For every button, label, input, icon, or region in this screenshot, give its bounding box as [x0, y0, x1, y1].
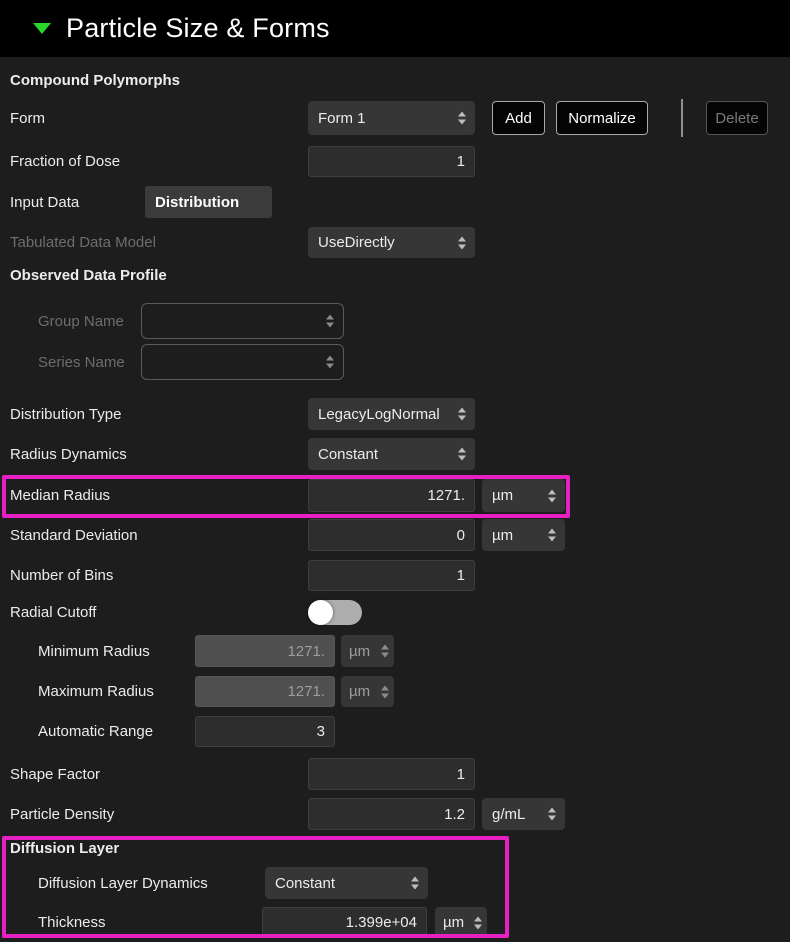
automatic-range-input[interactable] [195, 716, 335, 747]
radial-cutoff-toggle[interactable] [308, 600, 362, 625]
diffusion-layer-dynamics-select[interactable]: Constant [265, 867, 428, 899]
panel-header[interactable]: Particle Size & Forms [0, 0, 790, 57]
maximum-radius-unit-select[interactable]: µm [341, 676, 394, 707]
spinner-icon [548, 529, 556, 542]
radius-dynamics-select[interactable]: Constant [308, 438, 475, 470]
standard-deviation-unit-select[interactable]: µm [482, 519, 565, 551]
spinner-icon [326, 315, 334, 328]
normalize-button[interactable]: Normalize [556, 101, 648, 135]
radius-dynamics-label: Radius Dynamics [10, 438, 127, 470]
minimum-radius-unit-select[interactable]: µm [341, 635, 394, 667]
thickness-label: Thickness [38, 907, 106, 938]
tabulated-data-model-label: Tabulated Data Model [10, 227, 156, 258]
maximum-radius-input [195, 676, 335, 707]
delete-button[interactable]: Delete [706, 101, 768, 135]
form-select[interactable]: Form 1 [308, 101, 475, 135]
minimum-radius-input [195, 635, 335, 667]
input-data-label: Input Data [10, 186, 79, 218]
particle-size-forms-panel: Particle Size & Forms Compound Polymorph… [0, 0, 790, 942]
spinner-icon [458, 112, 466, 125]
shape-factor-label: Shape Factor [10, 758, 100, 790]
spinner-icon [381, 685, 389, 698]
collapse-triangle-icon[interactable] [33, 23, 51, 34]
thickness-unit-select[interactable]: µm [435, 907, 487, 938]
median-radius-unit-select[interactable]: µm [482, 479, 565, 512]
input-data-button[interactable]: Distribution [145, 186, 272, 218]
spinner-icon [548, 489, 556, 502]
median-radius-input[interactable] [308, 479, 475, 512]
distribution-type-label: Distribution Type [10, 398, 121, 430]
shape-factor-input[interactable] [308, 758, 475, 790]
series-name-label: Series Name [38, 344, 125, 380]
spinner-icon [326, 356, 334, 369]
section-compound-polymorphs: Compound Polymorphs [10, 72, 180, 89]
tabulated-data-model-select[interactable]: UseDirectly [308, 227, 475, 258]
series-name-select[interactable] [141, 344, 344, 380]
spinner-icon [474, 916, 482, 929]
particle-density-unit-select[interactable]: g/mL [482, 798, 565, 830]
section-observed-data-profile: Observed Data Profile [10, 267, 167, 284]
spinner-icon [381, 645, 389, 658]
add-button[interactable]: Add [492, 101, 545, 135]
spinner-icon [458, 236, 466, 249]
toggle-knob [308, 600, 333, 625]
spinner-icon [411, 877, 419, 890]
group-name-label: Group Name [38, 303, 124, 339]
fraction-of-dose-input[interactable] [308, 146, 475, 177]
thickness-input[interactable] [262, 907, 427, 938]
panel-title: Particle Size & Forms [66, 13, 330, 44]
group-name-select[interactable] [141, 303, 344, 339]
spinner-icon [548, 808, 556, 821]
median-radius-label: Median Radius [10, 479, 110, 512]
form-label: Form [10, 101, 45, 135]
section-diffusion-layer: Diffusion Layer [10, 840, 119, 857]
particle-density-input[interactable] [308, 798, 475, 830]
diffusion-layer-dynamics-label: Diffusion Layer Dynamics [38, 867, 208, 899]
particle-density-label: Particle Density [10, 798, 114, 830]
automatic-range-label: Automatic Range [38, 716, 153, 747]
number-of-bins-input[interactable] [308, 560, 475, 591]
minimum-radius-label: Minimum Radius [38, 635, 150, 667]
button-divider [681, 99, 683, 137]
distribution-type-select[interactable]: LegacyLogNormal [308, 398, 475, 430]
maximum-radius-label: Maximum Radius [38, 676, 154, 707]
spinner-icon [458, 408, 466, 421]
standard-deviation-input[interactable] [308, 519, 475, 551]
spinner-icon [458, 448, 466, 461]
standard-deviation-label: Standard Deviation [10, 519, 138, 551]
fraction-of-dose-label: Fraction of Dose [10, 146, 120, 177]
radial-cutoff-label: Radial Cutoff [10, 600, 96, 625]
number-of-bins-label: Number of Bins [10, 560, 113, 591]
